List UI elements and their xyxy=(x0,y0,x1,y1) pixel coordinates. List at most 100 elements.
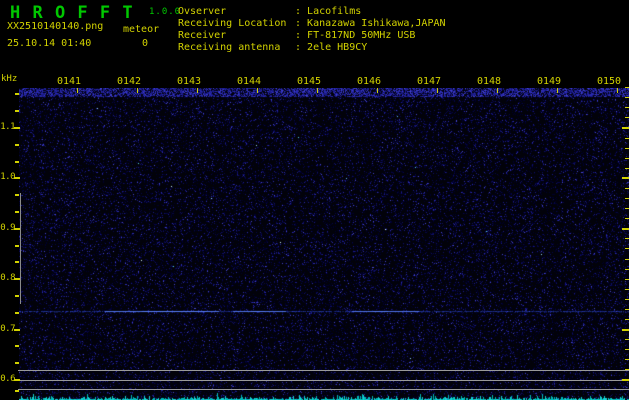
info-label: Ovserver xyxy=(178,6,227,17)
hrofft-window: H R O F F T 1.0.0 XX2510140140.png meteo… xyxy=(0,0,629,400)
info-row-3: Receiving antenna: 2ele HB9CY xyxy=(178,42,367,53)
right-minor-tick xyxy=(625,198,629,200)
time-tick xyxy=(497,88,498,93)
freq-label-0.9: 0.9 xyxy=(0,222,15,233)
right-minor-tick xyxy=(625,359,629,361)
right-minor-tick xyxy=(625,349,629,351)
freq-minor-tick xyxy=(15,295,19,297)
right-minor-tick xyxy=(625,97,629,99)
info-separator: : xyxy=(295,6,308,17)
right-minor-tick xyxy=(625,319,629,321)
right-minor-tick xyxy=(625,157,629,159)
freq-minor-tick xyxy=(15,143,19,146)
right-major-tick xyxy=(622,177,629,180)
time-label-0142: 0142 xyxy=(117,76,142,87)
time-label-0143: 0143 xyxy=(177,76,202,87)
time-tick xyxy=(617,88,618,93)
freq-minor-tick xyxy=(15,311,19,314)
time-tick xyxy=(197,88,198,93)
right-minor-tick xyxy=(625,248,629,250)
reference-line-3 xyxy=(18,389,629,390)
spectrogram xyxy=(19,88,629,400)
app-version: 1.0.0 xyxy=(149,7,182,17)
left-border-segment xyxy=(20,193,21,304)
info-separator: : xyxy=(295,42,308,53)
right-minor-tick xyxy=(625,218,629,220)
right-minor-tick xyxy=(625,187,629,189)
freq-major-tick xyxy=(14,379,20,381)
time-tick xyxy=(257,88,258,93)
meteor-count: 0 xyxy=(142,38,149,49)
freq-label-0.6: 0.6 xyxy=(0,374,15,384)
freq-minor-tick xyxy=(15,160,19,163)
freq-major-tick xyxy=(14,328,20,331)
time-label-0141: 0141 xyxy=(57,76,82,87)
time-label-0146: 0146 xyxy=(357,76,382,87)
right-minor-tick xyxy=(625,268,629,270)
right-minor-tick xyxy=(625,167,629,169)
freq-minor-tick xyxy=(15,390,19,392)
right-major-tick xyxy=(622,328,629,331)
freq-major-tick xyxy=(14,227,20,230)
freq-minor-tick xyxy=(15,211,19,213)
right-minor-tick xyxy=(625,117,629,119)
right-minor-tick xyxy=(625,308,629,310)
freq-minor-tick xyxy=(15,194,19,197)
mode-label: meteor xyxy=(123,24,160,35)
right-minor-tick xyxy=(625,258,629,260)
right-minor-tick xyxy=(625,238,629,240)
freq-unit-label: kHz xyxy=(1,74,18,84)
freq-minor-tick xyxy=(15,110,19,113)
info-value: FT-817ND 50MHz USB xyxy=(307,30,416,41)
reference-line-1 xyxy=(18,370,629,371)
time-tick xyxy=(377,88,378,93)
freq-minor-tick xyxy=(15,244,19,247)
right-major-tick xyxy=(622,227,629,230)
time-label-0150: 0150 xyxy=(597,76,622,87)
freq-label-0.7: 0.7 xyxy=(0,323,15,334)
time-label-0144: 0144 xyxy=(237,76,262,87)
time-tick xyxy=(437,88,438,93)
time-tick xyxy=(77,88,78,93)
freq-major-tick xyxy=(14,177,20,180)
right-major-tick xyxy=(622,127,629,129)
right-minor-tick xyxy=(625,298,629,300)
right-minor-tick xyxy=(625,137,629,139)
freq-major-tick xyxy=(14,278,20,281)
info-value: 2ele HB9CY xyxy=(307,42,368,53)
right-minor-tick xyxy=(625,87,629,89)
info-label: Receiving Location xyxy=(178,18,287,29)
freq-label-1.0: 1.0 xyxy=(0,172,15,183)
freq-minor-tick xyxy=(15,261,19,264)
time-label-0149: 0149 xyxy=(537,76,562,87)
reference-line-2 xyxy=(18,380,629,381)
freq-minor-tick xyxy=(15,345,19,348)
info-row-1: Receiving Location: Kanazawa Ishikawa,JA… xyxy=(178,18,446,29)
freq-major-tick xyxy=(14,127,20,129)
info-separator: : xyxy=(295,18,308,29)
right-minor-tick xyxy=(625,288,629,290)
freq-label-0.8: 0.8 xyxy=(0,273,15,284)
right-major-tick xyxy=(622,379,629,381)
right-minor-tick xyxy=(625,107,629,109)
info-value: Kanazawa Ishikawa,JAPAN xyxy=(307,18,446,29)
info-row-2: Receiver: FT-817ND 50MHz USB xyxy=(178,30,415,41)
freq-minor-tick xyxy=(15,93,19,96)
timestamp: 25.10.14 01:40 xyxy=(7,38,92,49)
info-row-0: Ovserver: Lacofilms xyxy=(178,6,361,17)
right-minor-tick xyxy=(625,208,629,210)
time-label-0148: 0148 xyxy=(477,76,502,87)
info-value: Lacofilms xyxy=(307,6,362,17)
right-minor-tick xyxy=(625,369,629,371)
time-tick xyxy=(137,88,138,93)
app-title: H R O F F T xyxy=(10,3,134,23)
time-tick xyxy=(557,88,558,93)
right-minor-tick xyxy=(625,339,629,341)
right-minor-tick xyxy=(625,278,629,280)
info-label: Receiving antenna xyxy=(178,42,281,53)
output-filename: XX2510140140.png xyxy=(7,21,104,32)
freq-minor-tick xyxy=(15,362,19,365)
right-minor-tick xyxy=(625,147,629,149)
time-tick xyxy=(317,88,318,93)
time-label-0147: 0147 xyxy=(417,76,442,87)
